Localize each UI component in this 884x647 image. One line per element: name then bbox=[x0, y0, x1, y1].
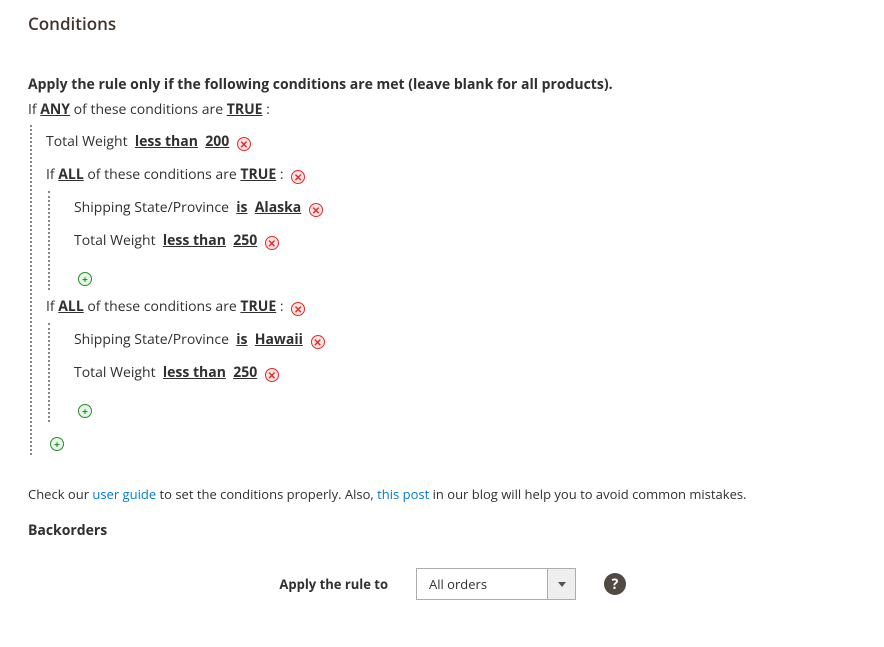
add-icon[interactable]: + bbox=[78, 404, 92, 418]
middle-text: of these conditions are bbox=[70, 100, 227, 119]
value-link[interactable]: 250 bbox=[233, 363, 257, 382]
attribute-text: Shipping State/Province bbox=[74, 330, 229, 349]
section-title: Conditions bbox=[28, 12, 856, 35]
if-text: If bbox=[46, 297, 58, 316]
conditions-tree: Total Weight less than 200 ✕ If ALL of t… bbox=[30, 125, 856, 455]
suffix-text: : bbox=[263, 100, 270, 119]
remove-icon[interactable]: ✕ bbox=[237, 137, 251, 151]
blog-post-link[interactable]: this post bbox=[377, 485, 429, 503]
operator-link[interactable]: less than bbox=[163, 363, 226, 382]
group-subtree: Shipping State/Province is Hawaii ✕ Tota… bbox=[48, 323, 856, 422]
value-link[interactable]: TRUE bbox=[227, 100, 263, 119]
middle-text: of these conditions are bbox=[84, 165, 241, 184]
if-text: If bbox=[28, 100, 40, 119]
user-guide-link[interactable]: user guide bbox=[92, 485, 156, 503]
apply-rule-select[interactable]: All orders bbox=[416, 568, 576, 600]
operator-link[interactable]: less than bbox=[135, 132, 198, 151]
apply-rule-label: Apply the rule to bbox=[28, 575, 388, 593]
condition-row: Total Weight less than 200 ✕ bbox=[46, 125, 856, 158]
add-condition-row: + bbox=[46, 422, 856, 455]
if-text: If bbox=[46, 165, 58, 184]
remove-icon[interactable]: ✕ bbox=[291, 170, 305, 184]
attribute-text: Total Weight bbox=[74, 231, 156, 250]
root-condition: If ANY of these conditions are TRUE : bbox=[28, 100, 856, 119]
group-header: If ALL of these conditions are TRUE : ✕ bbox=[46, 158, 856, 191]
apply-rule-field: Apply the rule to All orders ? bbox=[28, 568, 856, 600]
remove-icon[interactable]: ✕ bbox=[291, 302, 305, 316]
remove-icon[interactable]: ✕ bbox=[265, 236, 279, 250]
condition-row: Shipping State/Province is Hawaii ✕ bbox=[74, 323, 856, 356]
add-icon[interactable]: + bbox=[78, 272, 92, 286]
remove-icon[interactable]: ✕ bbox=[311, 335, 325, 349]
backorders-title: Backorders bbox=[28, 521, 856, 540]
hint-post: in our blog will help you to avoid commo… bbox=[429, 485, 746, 503]
value-link[interactable]: 250 bbox=[233, 231, 257, 250]
value-link[interactable]: TRUE bbox=[240, 297, 276, 316]
select-value: All orders bbox=[417, 575, 547, 593]
hint-pre: Check our bbox=[28, 485, 92, 503]
aggregator-link[interactable]: ALL bbox=[58, 165, 83, 184]
condition-row: Shipping State/Province is Alaska ✕ bbox=[74, 191, 856, 224]
attribute-text: Total Weight bbox=[74, 363, 156, 382]
remove-icon[interactable]: ✕ bbox=[309, 203, 323, 217]
value-link[interactable]: Alaska bbox=[255, 198, 301, 217]
attribute-text: Shipping State/Province bbox=[74, 198, 229, 217]
add-condition-row: + bbox=[74, 257, 856, 290]
operator-link[interactable]: is bbox=[236, 198, 247, 217]
condition-row: Total Weight less than 250 ✕ bbox=[74, 356, 856, 389]
operator-link[interactable]: is bbox=[236, 330, 247, 349]
value-link[interactable]: Hawaii bbox=[255, 330, 303, 349]
middle-text: of these conditions are bbox=[84, 297, 241, 316]
hint-mid: to set the conditions properly. Also, bbox=[156, 485, 377, 503]
suffix-text: : bbox=[276, 297, 283, 316]
suffix-text: : bbox=[276, 165, 283, 184]
group-header: If ALL of these conditions are TRUE : ✕ bbox=[46, 290, 856, 323]
add-icon[interactable]: + bbox=[50, 437, 64, 451]
attribute-text: Total Weight bbox=[46, 132, 128, 151]
group-subtree: Shipping State/Province is Alaska ✕ Tota… bbox=[48, 191, 856, 290]
value-link[interactable]: 200 bbox=[205, 132, 229, 151]
value-link[interactable]: TRUE bbox=[240, 165, 276, 184]
instructions-text: Apply the rule only if the following con… bbox=[28, 75, 856, 94]
chevron-down-icon[interactable] bbox=[547, 569, 575, 599]
add-condition-row: + bbox=[74, 389, 856, 422]
condition-row: Total Weight less than 250 ✕ bbox=[74, 224, 856, 257]
remove-icon[interactable]: ✕ bbox=[265, 368, 279, 382]
aggregator-link[interactable]: ALL bbox=[58, 297, 83, 316]
aggregator-link[interactable]: ANY bbox=[40, 100, 70, 119]
help-icon[interactable]: ? bbox=[604, 573, 626, 595]
operator-link[interactable]: less than bbox=[163, 231, 226, 250]
hint-text: Check our user guide to set the conditio… bbox=[28, 485, 856, 503]
